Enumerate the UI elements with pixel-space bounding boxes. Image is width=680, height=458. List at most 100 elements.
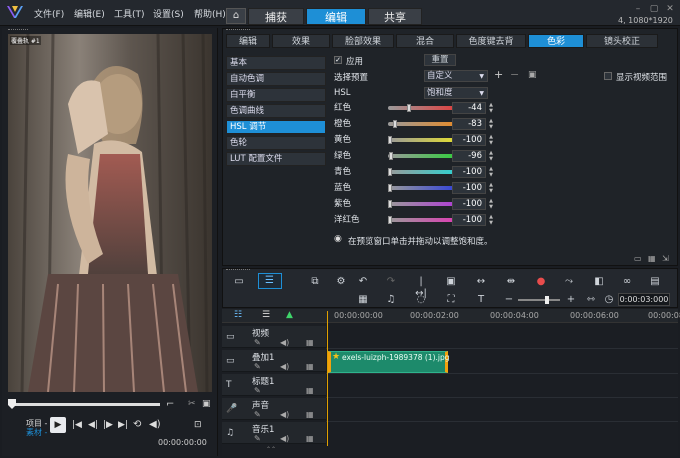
spinner-icon[interactable]: ▲ ▼ (488, 102, 494, 114)
scrub-handle[interactable] (8, 399, 16, 409)
edit-track-icon[interactable]: ✎ (254, 362, 261, 371)
slider-thumb[interactable] (393, 120, 397, 128)
track-voice[interactable]: 🎤 声音 ✎ ◀) ▦ (222, 398, 326, 420)
track-title[interactable]: T 标题1 ✎ ▦ (222, 374, 326, 396)
slider-thumb[interactable] (388, 216, 392, 224)
edit-track-icon[interactable]: ✎ (254, 386, 261, 395)
slider-track[interactable] (388, 170, 460, 174)
slider-value[interactable]: -100 (452, 182, 486, 194)
tab-share[interactable]: 共享 (368, 8, 422, 25)
link-icon[interactable]: ∞ (620, 276, 634, 288)
copy-icon[interactable]: ⧉ (308, 276, 322, 288)
apply-checkbox[interactable]: ✓ (334, 56, 342, 64)
color-item-color-wheel[interactable]: 色轮 (226, 136, 326, 150)
subtab-effect[interactable]: 效果 (272, 34, 330, 48)
color-item-auto-tone[interactable]: 自动色调 (226, 72, 326, 86)
subtab-lens-correction[interactable]: 镜头校正 (586, 34, 658, 48)
slider-value[interactable]: -100 (452, 198, 486, 210)
spinner-icon[interactable]: ▲ ▼ (488, 134, 494, 146)
slider-value[interactable]: -100 (452, 166, 486, 178)
slider-track[interactable] (388, 154, 460, 158)
zoom-slider[interactable] (518, 299, 560, 301)
undo-icon[interactable]: ↶ (356, 276, 370, 288)
slider-value[interactable]: -96 (452, 150, 486, 162)
spinner-icon[interactable]: ▲ ▼ (488, 118, 494, 130)
mute-icon[interactable]: ◀) (280, 434, 289, 443)
edit-track-icon[interactable]: ✎ (254, 338, 261, 347)
slider-track[interactable] (388, 106, 460, 110)
slider-thumb[interactable] (389, 152, 393, 160)
slider-thumb[interactable] (388, 136, 392, 144)
color-item-tone-curve[interactable]: 色调曲线 (226, 104, 326, 118)
edit-track-icon[interactable]: ✎ (254, 434, 261, 443)
spinner-icon[interactable]: ▲ ▼ (488, 150, 494, 162)
slider-value[interactable]: -100 (452, 214, 486, 226)
slider-thumb[interactable] (388, 200, 392, 208)
color-item-white-balance[interactable]: 白平衡 (226, 88, 326, 102)
spinner-icon[interactable]: ▲ ▼ (488, 166, 494, 178)
volume-icon[interactable]: ◀) (149, 419, 161, 430)
spinner-icon[interactable]: ▲ ▼ (488, 182, 494, 194)
color-item-lut[interactable]: LUT 配置文件 (226, 152, 326, 166)
record-icon[interactable]: ● (534, 276, 548, 288)
play-button[interactable]: ▶ (50, 417, 66, 433)
menu-help[interactable]: 帮助(H) (194, 7, 226, 20)
spinner-icon[interactable]: ▲ ▼ (488, 214, 494, 226)
prev-frame-icon[interactable]: ◀| (88, 420, 98, 430)
remove-preset-icon[interactable]: − (510, 68, 519, 81)
crop-icon[interactable]: ⛶ (444, 294, 458, 306)
fit-project-icon[interactable]: ⇿ (584, 294, 598, 306)
track-overlay[interactable]: ▭ 叠加1 ✎ ◀) ▦ (222, 350, 326, 372)
menu-tools[interactable]: 工具(T) (114, 7, 145, 20)
mute-icon[interactable]: ◀) (280, 410, 289, 419)
ripple-toggle-icon[interactable]: ▦ (306, 362, 314, 371)
edit-track-icon[interactable]: ✎ (254, 410, 261, 419)
clip-mode[interactable]: 素材 - (26, 427, 47, 438)
slider-thumb[interactable] (388, 184, 392, 192)
snapshot-icon[interactable]: ▣ (444, 276, 458, 288)
trim-marker-icon[interactable]: ⌐ (166, 399, 174, 410)
slider-value[interactable]: -83 (452, 118, 486, 130)
scrubber[interactable]: ⌐ ✂ ▣ (8, 397, 212, 413)
zoom-in-icon[interactable]: + (564, 294, 578, 306)
preview-timecode[interactable]: 00:00:00:00 (158, 438, 207, 447)
timeline-view-button[interactable]: ☰ (258, 273, 282, 289)
reset-button[interactable]: 重置 (424, 54, 456, 66)
slider-value[interactable]: -100 (452, 134, 486, 146)
slider-track[interactable] (388, 138, 460, 142)
grid-icon[interactable]: ▦ (356, 294, 370, 306)
redo-icon[interactable]: ↷ (384, 276, 398, 288)
zoom-slider-thumb[interactable] (545, 296, 549, 304)
menu-file[interactable]: 文件(F) (34, 7, 64, 20)
chapter-icon[interactable]: ◧ (592, 276, 606, 288)
subtab-edit[interactable]: 编辑 (226, 34, 270, 48)
add-track-icon[interactable]: ▲ (286, 310, 293, 320)
track-collapse-icon[interactable]: ⌃⌃ (264, 446, 278, 454)
slider-track[interactable] (388, 218, 460, 222)
menu-edit[interactable]: 编辑(E) (74, 7, 105, 20)
maximize-icon[interactable]: ▢ (648, 4, 660, 14)
title-3d-icon[interactable]: T (474, 294, 488, 306)
slider-thumb[interactable] (407, 104, 411, 112)
tools-icon[interactable]: ⚙ (334, 276, 348, 288)
fit-icon[interactable]: |↔| (414, 276, 428, 299)
motion-icon[interactable]: ⤳ (562, 276, 576, 288)
video-preview[interactable] (8, 34, 212, 392)
mute-icon[interactable]: ◀) (280, 362, 289, 371)
split-icon[interactable]: ✂ (188, 399, 196, 409)
end-icon[interactable]: ▶| (118, 420, 128, 430)
color-item-basic[interactable]: 基本 (226, 56, 326, 70)
storyboard-view-icon[interactable]: ▭ (232, 276, 246, 288)
home-start-icon[interactable]: |◀ (72, 420, 82, 430)
panel-expand-icon[interactable]: ⇲ (662, 254, 669, 263)
repeat-icon[interactable]: ⟲ (133, 419, 141, 430)
tab-edit[interactable]: 编辑 (306, 8, 366, 25)
playhead[interactable] (327, 311, 328, 446)
track-list-icon[interactable]: ☰ (262, 310, 270, 320)
menu-settings[interactable]: 设置(S) (153, 7, 184, 20)
next-frame-icon[interactable]: |▶ (103, 420, 113, 430)
track-video[interactable]: ▭ 视频 ✎ ◀) ▦ (222, 326, 326, 348)
ripple-toggle-icon[interactable]: ▦ (306, 434, 314, 443)
subtab-blend[interactable]: 混合 (396, 34, 454, 48)
timeline-timecode[interactable]: 0:00:03:000 (618, 293, 670, 306)
